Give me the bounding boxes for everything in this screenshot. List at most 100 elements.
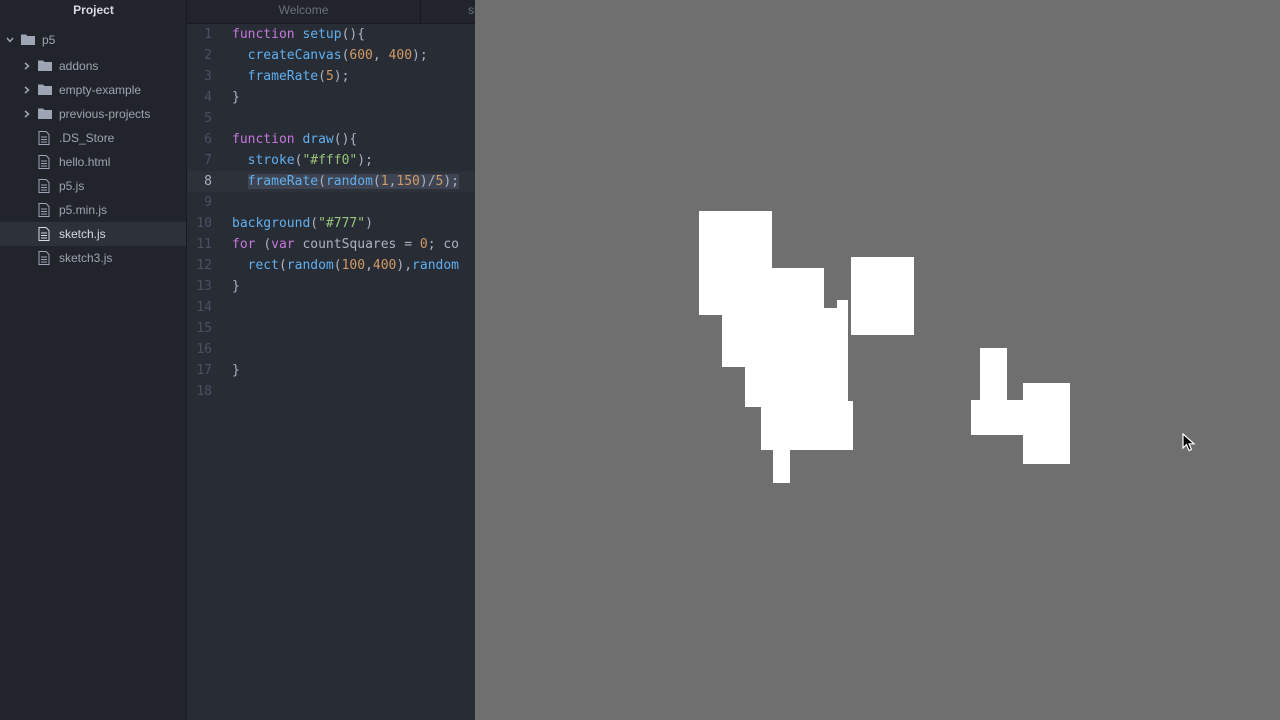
tab-bar: Welcome sketch.js	[187, 0, 475, 24]
chevron-right-icon	[22, 109, 32, 119]
code-token: )/	[419, 174, 436, 189]
code-line[interactable]: 11 for (var countSquares = 0; co	[187, 234, 475, 255]
code-token: }	[232, 90, 240, 105]
tree-item-sketch3-js[interactable]: sketch3.js	[0, 246, 186, 270]
tree-item-ds-store[interactable]: .DS_Store	[0, 126, 186, 150]
code-editor[interactable]: Welcome sketch.js 1function setup(){2 cr…	[187, 0, 475, 720]
code-text: function setup(){	[232, 24, 365, 45]
line-number: 16	[196, 342, 212, 357]
tree-item-p5-js[interactable]: p5.js	[0, 174, 186, 198]
code-line[interactable]: 6 function draw(){	[187, 129, 475, 150]
code-line[interactable]: 2 createCanvas(600, 400);	[187, 45, 475, 66]
tree-item-label: p5	[42, 33, 56, 47]
code-token: }	[232, 363, 240, 378]
code-token: 1	[380, 174, 389, 189]
code-token: background	[232, 216, 311, 231]
tree-root-p5[interactable]: p5	[0, 28, 186, 52]
folder-icon	[21, 33, 35, 47]
code-token: );	[412, 48, 428, 63]
code-line[interactable]: 5	[187, 108, 475, 129]
code-line[interactable]: 18	[187, 381, 475, 402]
code-token: (	[278, 258, 287, 273]
code-text: background("#777")	[232, 213, 373, 234]
line-number: 6	[204, 132, 212, 147]
code-token: for	[232, 237, 264, 252]
code-line[interactable]: 7 stroke("#fff0");	[187, 150, 475, 171]
code-line[interactable]: 3 frameRate(5);	[187, 66, 475, 87]
code-text: }	[232, 276, 240, 297]
panel-title: Project	[73, 3, 114, 17]
tree-item-sketch-js[interactable]: sketch.js	[0, 222, 186, 246]
sketch-rect	[745, 300, 848, 407]
code-line[interactable]: 16	[187, 339, 475, 360]
sketch-rect-gap	[848, 308, 851, 401]
code-line[interactable]: 15	[187, 318, 475, 339]
line-number: 15	[196, 321, 212, 336]
file-icon	[38, 131, 52, 145]
code-line[interactable]: 10 background("#777")	[187, 213, 475, 234]
tab-welcome[interactable]: Welcome	[187, 0, 421, 23]
code-token: 150	[396, 174, 420, 189]
line-number: 13	[196, 279, 212, 294]
code-text: for (var countSquares = 0; co	[232, 234, 459, 255]
code-token: )	[365, 216, 373, 231]
code-token: "#777"	[318, 216, 366, 231]
code-line[interactable]: 17}	[187, 360, 475, 381]
code-line[interactable]: 14	[187, 297, 475, 318]
code-line[interactable]: 13}	[187, 276, 475, 297]
sketch-rect	[980, 348, 1007, 408]
code-line[interactable]: 1 function setup(){	[187, 24, 475, 45]
sketch-preview-canvas[interactable]	[475, 0, 1280, 720]
code-text: createCanvas(600, 400);	[232, 45, 428, 66]
code-token: createCanvas	[247, 48, 342, 63]
code-line[interactable]: 4}	[187, 87, 475, 108]
line-number: 18	[196, 384, 212, 399]
code-token: ,	[372, 48, 389, 63]
code-token: (	[372, 174, 381, 189]
line-number: 7	[204, 153, 212, 168]
code-token: 400	[388, 48, 413, 63]
code-token: }	[232, 279, 240, 294]
tree-item-hello-html[interactable]: hello.html	[0, 150, 186, 174]
code-token: (){	[341, 27, 366, 42]
app-window: Project p5 addons empty-example previous…	[0, 0, 1280, 720]
code-token: (	[318, 69, 326, 84]
code-line[interactable]: 12 rect(random(100,400),random	[187, 255, 475, 276]
sketch-rect	[851, 257, 914, 335]
code-line[interactable]: 8 frameRate(random(1,150)/5);	[187, 171, 475, 192]
tree-item-p5-min-js[interactable]: p5.min.js	[0, 198, 186, 222]
code-token: function	[232, 132, 303, 147]
tree-item-label: previous-projects	[59, 107, 151, 121]
code-token: 5	[325, 69, 334, 84]
code-token: (	[263, 237, 272, 252]
code-token: (){	[333, 132, 358, 147]
sketch-output	[699, 211, 1070, 483]
code-text: frameRate(random(1,150)/5);	[232, 171, 460, 192]
tree-item-empty-example[interactable]: empty-example	[0, 78, 186, 102]
tree-item-addons[interactable]: addons	[0, 54, 186, 78]
line-number: 11	[196, 237, 212, 252]
code-token: frameRate	[247, 174, 319, 189]
code-line[interactable]: 9	[187, 192, 475, 213]
code-token: function	[232, 27, 303, 42]
code-token: rect	[247, 258, 279, 273]
line-number: 17	[196, 363, 212, 378]
line-number: 4	[204, 90, 212, 105]
file-icon	[38, 203, 52, 217]
line-number: 5	[204, 111, 212, 126]
code-area[interactable]: 1 function setup(){2 createCanvas(600, 40…	[187, 24, 475, 402]
code-text: rect(random(100,400),random	[232, 255, 459, 276]
folder-icon	[38, 83, 52, 97]
tree-item-previous-projects[interactable]: previous-projects	[0, 102, 186, 126]
code-token: random	[325, 174, 373, 189]
mouse-pointer-icon	[1182, 433, 1196, 452]
folder-icon	[38, 59, 52, 73]
tree-item-label: sketch3.js	[59, 251, 113, 265]
code-text: stroke("#fff0");	[232, 150, 373, 171]
code-token: (	[318, 174, 326, 189]
code-text: }	[232, 87, 240, 108]
sketch-rect	[1023, 383, 1070, 464]
tab-sketch-js[interactable]: sketch.js	[421, 0, 475, 23]
